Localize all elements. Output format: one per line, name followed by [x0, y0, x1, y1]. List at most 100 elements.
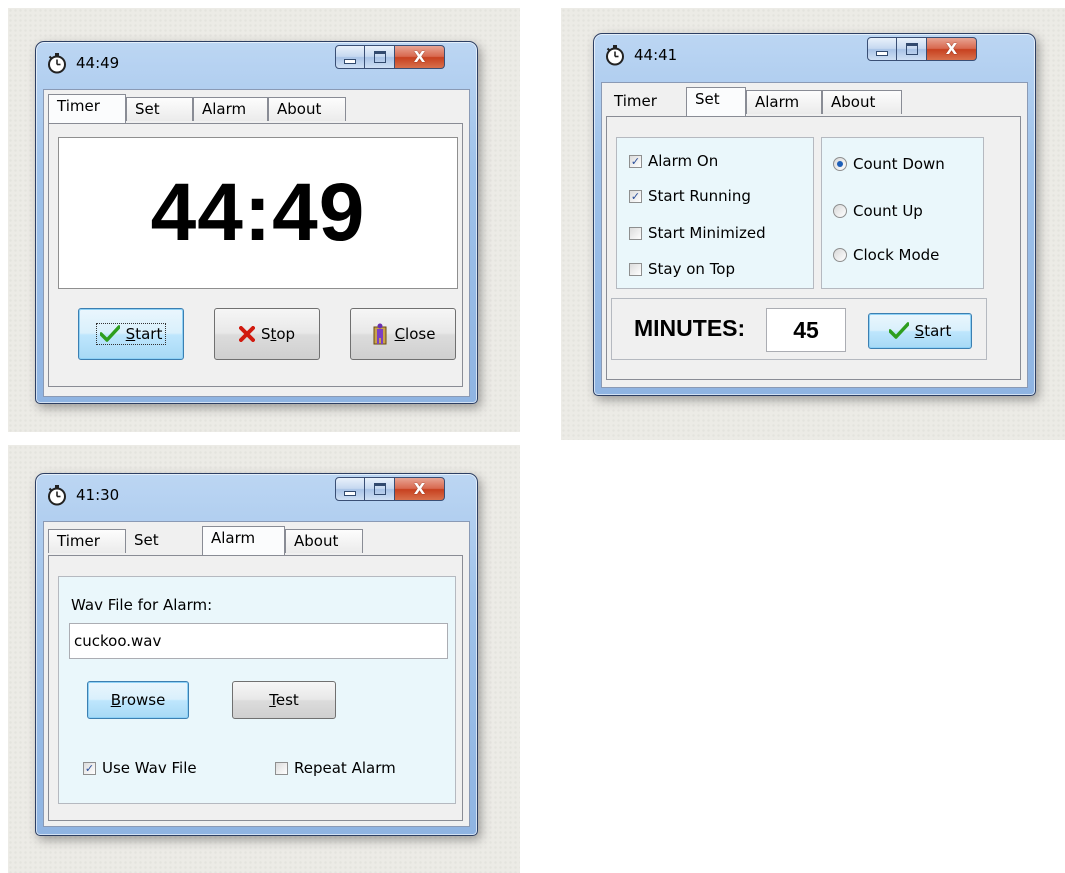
start-button[interactable]: Start: [868, 313, 972, 349]
minutes-panel: MINUTES: 45 Start: [611, 298, 987, 360]
start-running-label: Start Running: [648, 187, 751, 205]
exit-door-icon: [373, 323, 387, 345]
tab-timer[interactable]: Timer: [606, 90, 686, 114]
count-up-radio[interactable]: Count Up: [833, 202, 923, 220]
minutes-field[interactable]: 45: [766, 308, 846, 352]
timer-display: 44:49: [150, 167, 366, 258]
count-down-radio[interactable]: Count Down: [833, 155, 945, 173]
test-accel: T: [269, 691, 276, 709]
maximize-button[interactable]: [365, 45, 395, 69]
timer-display-panel: 44:49: [58, 137, 458, 289]
tab-about[interactable]: About: [268, 97, 346, 121]
set-tab-page: ✓ Alarm On ✓ Start Running Start Minimized…: [606, 116, 1021, 380]
repeat-alarm-checkbox[interactable]: Repeat Alarm: [275, 759, 396, 777]
tab-set[interactable]: Set: [126, 529, 202, 553]
start-button-focus: Start: [95, 323, 167, 345]
checkbox-unchecked: [275, 761, 288, 775]
checkbox-unchecked: [629, 262, 642, 276]
wav-file-label: Wav File for Alarm:: [71, 596, 213, 614]
clock-mode-radio[interactable]: Clock Mode: [833, 246, 939, 264]
timer-window: 44:49 X Timer Set Alarm About 44:49 Star…: [35, 41, 478, 404]
minimize-icon: [344, 58, 356, 64]
alarm-on-checkbox[interactable]: ✓ Alarm On: [629, 152, 718, 170]
wav-file-field[interactable]: cuckoo.wav: [69, 623, 448, 659]
title-bar[interactable]: 44:41 X: [594, 34, 1035, 76]
close-icon: X: [413, 480, 426, 498]
start-label: Start: [126, 325, 163, 343]
stop-button[interactable]: Stop: [214, 308, 320, 360]
start-button[interactable]: Start: [78, 308, 184, 360]
start-minimized-checkbox[interactable]: Start Minimized: [629, 224, 766, 242]
tab-alarm[interactable]: Alarm: [193, 97, 268, 121]
radio-unselected: [833, 204, 847, 218]
checkmark-icon: [888, 322, 909, 339]
stopwatch-icon: [48, 485, 66, 506]
minimize-button[interactable]: [335, 477, 365, 501]
tab-timer[interactable]: Timer: [48, 94, 126, 123]
maximize-button[interactable]: [365, 477, 395, 501]
close-icon: X: [945, 40, 958, 58]
window-title: 41:30: [76, 486, 120, 504]
minimize-button[interactable]: [867, 37, 897, 61]
browse-label: Browse: [111, 691, 166, 709]
stopwatch-icon: [48, 53, 66, 74]
close-window-button[interactable]: X: [927, 37, 977, 61]
stopwatch-icon: [606, 45, 624, 66]
stay-on-top-checkbox[interactable]: Stay on Top: [629, 260, 735, 278]
tab-strip: Timer Set Alarm About: [48, 526, 465, 555]
count-down-label: Count Down: [853, 155, 945, 173]
minimize-icon: [876, 50, 888, 56]
count-up-label: Count Up: [853, 202, 923, 220]
tab-strip: Timer Set Alarm About: [48, 94, 465, 123]
start-rest: tart: [135, 325, 163, 343]
alarm-window: 41:30 X Timer Set Alarm About Wav File f…: [35, 473, 478, 836]
checkbox-checked: ✓: [83, 761, 96, 775]
close-accel: C: [394, 325, 406, 343]
close-window-button[interactable]: X: [395, 477, 445, 501]
start-running-checkbox[interactable]: ✓ Start Running: [629, 187, 751, 205]
window-title: 44:49: [76, 54, 120, 72]
maximize-icon: [905, 43, 918, 55]
maximize-button[interactable]: [897, 37, 927, 61]
title-bar[interactable]: 41:30 X: [36, 474, 477, 516]
radio-unselected: [833, 248, 847, 262]
test-label: Test: [269, 691, 299, 709]
checkbox-checked: ✓: [629, 189, 642, 203]
minimize-button[interactable]: [335, 45, 365, 69]
test-button[interactable]: Test: [232, 681, 336, 719]
tab-timer[interactable]: Timer: [48, 529, 126, 553]
start-label: Start: [915, 322, 952, 340]
checkbox-unchecked: [629, 226, 642, 240]
tab-alarm[interactable]: Alarm: [746, 90, 822, 114]
radio-dot: [837, 161, 843, 167]
clock-mode-label: Clock Mode: [853, 246, 940, 264]
options-group: ✓ Alarm On ✓ Start Running Start Minimized…: [616, 137, 814, 289]
checkmark-icon: [99, 325, 120, 342]
alarm-group: Wav File for Alarm: cuckoo.wav Browse Te…: [58, 576, 456, 804]
tab-alarm[interactable]: Alarm: [202, 526, 285, 555]
tab-about[interactable]: About: [822, 90, 902, 114]
repeat-alarm-label: Repeat Alarm: [294, 759, 396, 777]
maximize-icon: [373, 483, 386, 495]
use-wav-checkbox[interactable]: ✓ Use Wav File: [83, 759, 197, 777]
stop-label: Stop: [261, 325, 295, 343]
minimize-icon: [344, 490, 356, 496]
tab-set[interactable]: Set: [126, 97, 193, 121]
client-area: Timer Set Alarm About 44:49 Start Stop C…: [43, 89, 470, 397]
radio-selected: [833, 157, 847, 171]
mode-group: Count Down Count Up Clock Mode: [821, 137, 984, 289]
timer-tab-page: 44:49 Start Stop Close: [48, 123, 463, 387]
tab-set[interactable]: Set: [686, 87, 746, 116]
close-button[interactable]: Close: [350, 308, 456, 360]
use-wav-label: Use Wav File: [102, 759, 197, 777]
title-bar[interactable]: 44:49 X: [36, 42, 477, 84]
maximize-icon: [373, 51, 386, 63]
minutes-value: 45: [793, 316, 819, 343]
window-title: 44:41: [634, 46, 678, 64]
client-area: Timer Set Alarm About Wav File for Alarm…: [43, 521, 470, 827]
browse-rest: rowse: [120, 691, 166, 709]
close-window-button[interactable]: X: [395, 45, 445, 69]
tab-about[interactable]: About: [285, 529, 363, 553]
alarm-on-label: Alarm On: [648, 152, 719, 170]
browse-button[interactable]: Browse: [87, 681, 189, 719]
